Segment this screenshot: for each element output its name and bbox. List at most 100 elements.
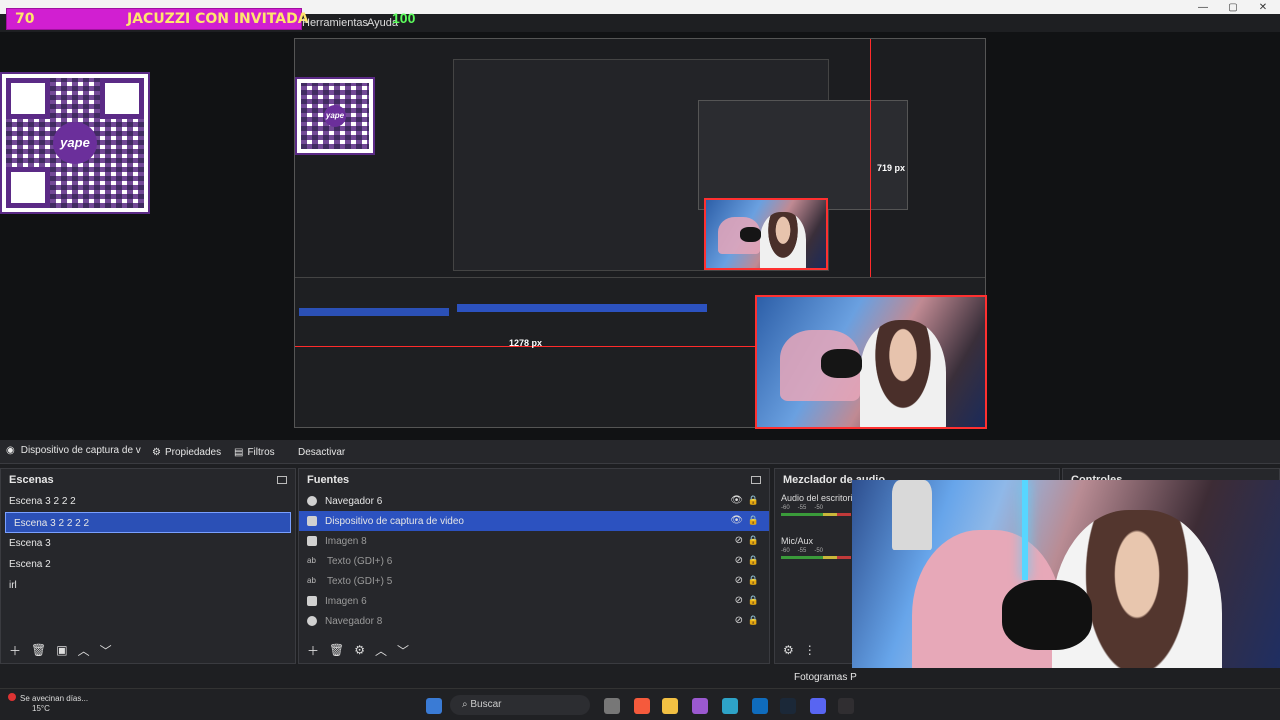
stream-banner: 70 JACUZZI CON INVITADA bbox=[6, 8, 309, 30]
sources-header: Fuentes bbox=[299, 469, 769, 491]
add-icon[interactable]: ＋ bbox=[307, 642, 319, 659]
deactivate-button[interactable]: Desactivar bbox=[292, 443, 351, 461]
source-label: Navegador 8 bbox=[325, 615, 383, 627]
eye-hidden-icon[interactable]: ⊘ bbox=[735, 615, 743, 626]
image-icon bbox=[307, 536, 317, 546]
image-icon bbox=[307, 596, 317, 606]
folder-icon[interactable] bbox=[662, 698, 678, 714]
eye-hidden-icon[interactable]: ⊘ bbox=[735, 555, 743, 566]
nested-camera-small bbox=[704, 198, 828, 270]
source-item[interactable]: Imagen 8 ⊘ 🔒 bbox=[299, 531, 769, 551]
edge-icon[interactable] bbox=[722, 698, 738, 714]
taskbar-search[interactable]: ⌕ Buscar bbox=[450, 695, 590, 715]
eye-icon[interactable]: 👁 bbox=[730, 515, 743, 526]
mic-aux-meter[interactable] bbox=[781, 556, 851, 559]
eye-hidden-icon[interactable]: ⊘ bbox=[735, 535, 743, 546]
properties-label: Propiedades bbox=[164, 446, 222, 458]
task-view-icon[interactable] bbox=[604, 698, 620, 714]
lock-icon[interactable]: 🔒 bbox=[748, 595, 759, 606]
qr-code: yape bbox=[0, 72, 150, 214]
windows-start-icon[interactable] bbox=[426, 698, 442, 714]
search-icon: ⌕ bbox=[462, 699, 468, 710]
current-source: ◉ Dispositivo de captura de v bbox=[6, 445, 141, 456]
source-item[interactable]: ab Texto (GDI+) 5 ⊘ 🔒 bbox=[299, 571, 769, 591]
obs-icon[interactable] bbox=[838, 698, 854, 714]
scene-item[interactable]: Escena 3 2 2 2 bbox=[1, 491, 295, 512]
yape-logo: yape bbox=[53, 122, 97, 164]
scene-item[interactable]: irl bbox=[1, 575, 295, 596]
trash-icon[interactable]: 🗑 bbox=[31, 643, 46, 657]
store-icon[interactable] bbox=[752, 698, 768, 714]
lock-icon[interactable]: 🔒 bbox=[748, 555, 759, 566]
status-bar: Fotogramas P bbox=[0, 668, 1280, 688]
add-icon[interactable]: ＋ bbox=[9, 642, 21, 659]
gear-icon: ⚙ bbox=[152, 446, 161, 458]
filters-label: Filtros bbox=[247, 446, 275, 458]
undock-icon[interactable] bbox=[277, 476, 287, 484]
source-label: Texto (GDI+) 6 bbox=[327, 555, 393, 567]
properties-button[interactable]: ⚙ Propiedades bbox=[146, 443, 227, 461]
advanced-audio-icon[interactable]: ⚙ bbox=[783, 643, 794, 657]
source-label: Navegador 6 bbox=[325, 495, 383, 507]
copilot-icon[interactable] bbox=[692, 698, 708, 714]
guide-line-vertical bbox=[870, 39, 871, 277]
source-item[interactable]: Imagen 6 ⊘ 🔒 bbox=[299, 591, 769, 611]
preview-canvas[interactable]: yape yape 719 px 1278 px bbox=[0, 32, 1280, 440]
lock-icon[interactable]: 🔒 bbox=[748, 575, 759, 586]
current-source-label: Dispositivo de captura de v bbox=[20, 445, 141, 456]
scenes-list: Escena 3 2 2 2 Escena 3 2 2 2 2 Escena 3… bbox=[1, 491, 295, 596]
lock-icon[interactable]: 🔒 bbox=[748, 515, 759, 526]
nested-preview-2 bbox=[453, 59, 908, 271]
scenes-dock: Escenas Escena 3 2 2 2 Escena 3 2 2 2 2 … bbox=[0, 468, 296, 664]
weather-widget[interactable]: Se avecinan días... 15°C bbox=[8, 693, 88, 714]
scenes-header: Escenas bbox=[1, 469, 295, 491]
scenes-title: Escenas bbox=[9, 474, 54, 486]
minimize-button[interactable]: — bbox=[1188, 0, 1218, 14]
steam-icon[interactable] bbox=[780, 698, 796, 714]
nested-preview: yape 719 px 1278 px bbox=[294, 38, 987, 429]
nested-preview-3 bbox=[698, 100, 908, 210]
lock-icon[interactable]: 🔒 bbox=[748, 495, 759, 506]
discord-icon[interactable] bbox=[810, 698, 826, 714]
notification-badge bbox=[8, 693, 16, 701]
scene-item[interactable]: Escena 3 bbox=[1, 533, 295, 554]
source-item[interactable]: ab Texto (GDI+) 6 ⊘ 🔒 bbox=[299, 551, 769, 571]
eye-icon[interactable]: 👁 bbox=[730, 495, 743, 506]
lock-icon[interactable]: 🔒 bbox=[748, 535, 759, 546]
search-label: Buscar bbox=[470, 699, 502, 710]
move-down-icon[interactable]: ﹀ bbox=[100, 642, 112, 659]
move-up-icon[interactable]: ︿ bbox=[78, 642, 90, 659]
source-toolbar: ◉ Dispositivo de captura de v ⚙ Propieda… bbox=[0, 440, 1280, 464]
source-label: Dispositivo de captura de video bbox=[325, 515, 464, 527]
filter-icon[interactable]: ▣ bbox=[56, 643, 67, 657]
nested-qr-code: yape bbox=[295, 77, 375, 155]
filter-icon: ▤ bbox=[234, 446, 244, 458]
menu-dots-icon[interactable]: ⋮ bbox=[804, 643, 816, 657]
move-up-icon[interactable]: ︿ bbox=[375, 642, 387, 659]
lock-icon[interactable]: 🔒 bbox=[748, 615, 759, 626]
maximize-button[interactable]: ▢ bbox=[1218, 0, 1248, 14]
close-button[interactable]: ✕ bbox=[1248, 0, 1278, 14]
deactivate-label: Desactivar bbox=[298, 446, 346, 458]
sources-title: Fuentes bbox=[307, 474, 350, 486]
source-item[interactable]: Navegador 8 ⊘ 🔒 bbox=[299, 611, 769, 631]
microphone-shape bbox=[1002, 580, 1092, 650]
gear-icon[interactable]: ⚙ bbox=[354, 643, 365, 657]
desktop-audio-meter[interactable] bbox=[781, 513, 851, 516]
browser-icon bbox=[307, 496, 317, 506]
source-item[interactable]: Navegador 6 👁 🔒 bbox=[299, 491, 769, 511]
camera-icon: ◉ bbox=[6, 445, 15, 456]
trash-icon[interactable]: 🗑 bbox=[329, 643, 344, 657]
undock-icon[interactable] bbox=[751, 476, 761, 484]
scene-item[interactable]: Escena 2 bbox=[1, 554, 295, 575]
weather-temp: 15°C bbox=[32, 704, 50, 713]
scene-item-selected[interactable]: Escena 3 2 2 2 2 bbox=[5, 512, 291, 533]
eye-hidden-icon[interactable]: ⊘ bbox=[735, 575, 743, 586]
eye-hidden-icon[interactable]: ⊘ bbox=[735, 595, 743, 606]
filters-button[interactable]: ▤ Filtros bbox=[228, 443, 281, 461]
source-item-selected[interactable]: Dispositivo de captura de video 👁 🔒 bbox=[299, 511, 769, 531]
measure-horizontal: 1278 px bbox=[509, 338, 543, 348]
brave-icon[interactable] bbox=[634, 698, 650, 714]
move-down-icon[interactable]: ﹀ bbox=[397, 642, 409, 659]
menu-tools[interactable]: Herramientas bbox=[302, 17, 368, 29]
